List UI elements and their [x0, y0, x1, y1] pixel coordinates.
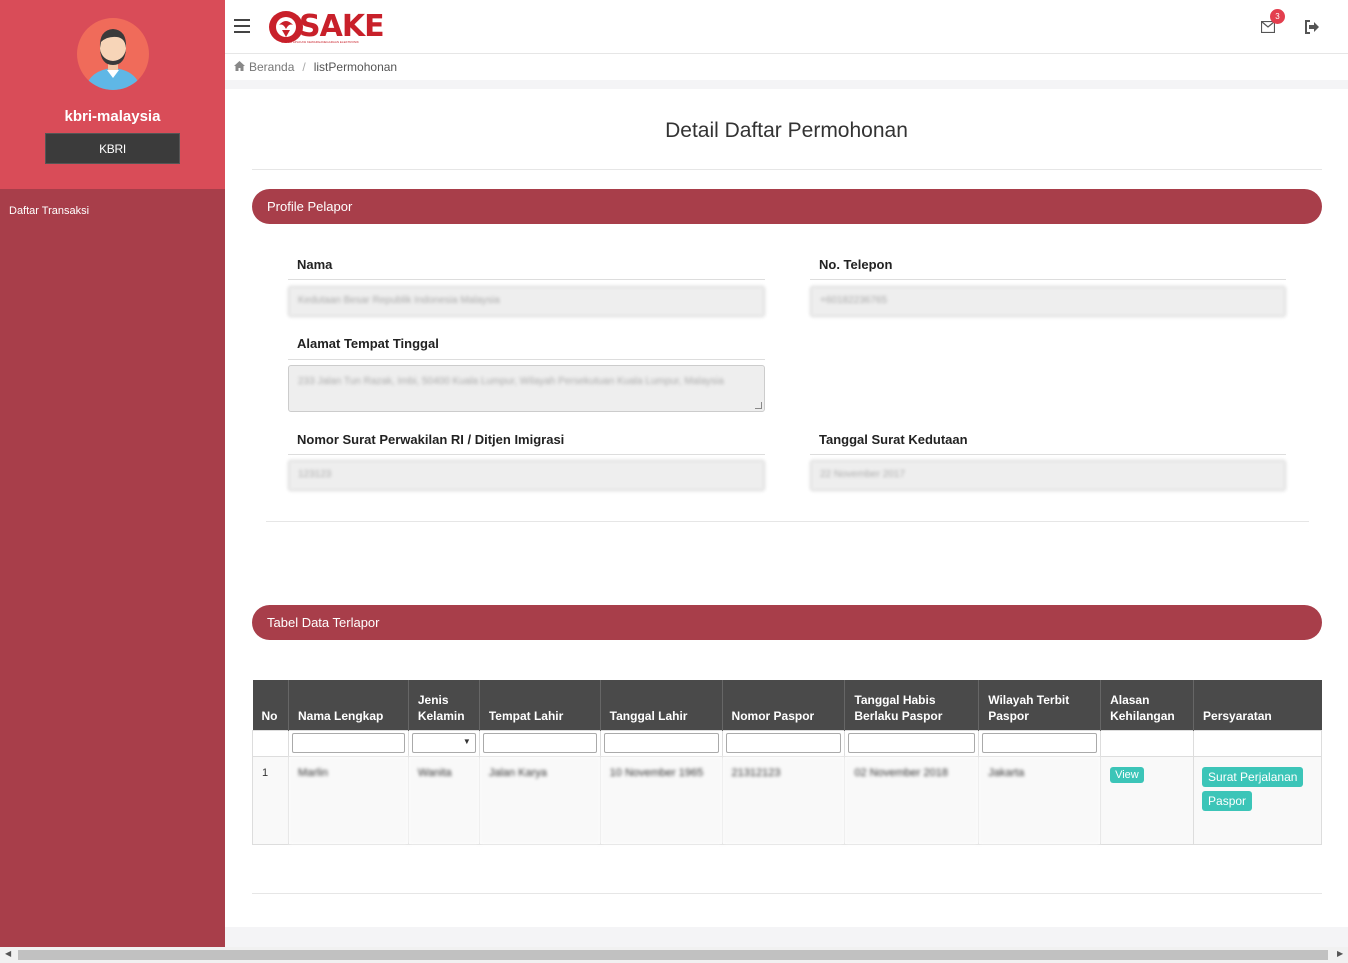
nama-label: Nama [297, 257, 333, 272]
col-nomor-paspor[interactable]: Nomor Paspor [721, 680, 845, 730]
filter-row [252, 729, 1322, 757]
filter-wilayah-input[interactable] [982, 733, 1098, 753]
paspor-button[interactable]: Paspor [1202, 790, 1253, 811]
field-divider [288, 279, 765, 280]
filter-cell [721, 729, 846, 757]
logo-subtitle: SISTEM APLIKASI KEWARGANEGARAAN ELEKTRON… [281, 40, 359, 44]
cell-no: 1 [252, 755, 289, 845]
notification-badge: 3 [1270, 9, 1285, 24]
home-icon[interactable] [234, 60, 245, 74]
col-alasan-kehilangan[interactable]: Alasan Kehilangan [1100, 680, 1194, 730]
table-row: 1 Marlin Wanita Jalan Karya 10 November … [252, 755, 1322, 845]
sidebar-item-daftar-transaksi[interactable]: Daftar Transaksi [9, 205, 216, 217]
alamat-textarea[interactable]: 233 Jalan Tun Razak, Imbi, 50400 Kuala L… [288, 365, 765, 412]
telepon-label: No. Telepon [819, 257, 893, 272]
filter-cell [599, 729, 723, 757]
resize-handle[interactable] [755, 402, 762, 409]
filter-jenis-kelamin-select[interactable] [411, 733, 476, 753]
view-button[interactable]: View [1110, 766, 1144, 783]
field-divider [810, 454, 1286, 455]
breadcrumb: Beranda / listPermohonan [225, 54, 1348, 80]
alamat-text: 233 Jalan Tun Razak, Imbi, 50400 Kuala L… [298, 376, 724, 387]
garuda-logo-icon [269, 11, 303, 43]
scroll-right-icon[interactable]: ▶ [1337, 949, 1343, 958]
filter-tempat-lahir-input[interactable] [482, 733, 597, 753]
sidebar: kbri-malaysia KBRI Daftar Transaksi [0, 0, 225, 947]
filter-cell [844, 729, 980, 757]
top-header: SAKE SISTEM APLIKASI KEWARGANEGARAAN ELE… [225, 0, 1348, 54]
cell-tanggal-lahir: 10 November 1965 [599, 755, 723, 845]
col-wilayah-terbit[interactable]: Wilayah Terbit Paspor [978, 680, 1101, 730]
filter-nama-input[interactable] [291, 733, 405, 753]
filter-cell [407, 729, 480, 757]
nama-field[interactable]: Kedutaan Besar Republik Indonesia Malays… [288, 286, 765, 317]
nomor-surat-label: Nomor Surat Perwakilan RI / Ditjen Imigr… [297, 432, 565, 447]
bottom-divider [252, 893, 1322, 894]
cell-jenis-kelamin: Wanita [407, 755, 480, 845]
field-divider [288, 359, 765, 360]
breadcrumb-separator: / [302, 60, 306, 74]
tanggal-surat-label: Tanggal Surat Kedutaan [819, 432, 968, 447]
horizontal-scrollbar[interactable]: ◀ ▶ [0, 947, 1348, 963]
app-logo[interactable]: SAKE SISTEM APLIKASI KEWARGANEGARAAN ELE… [269, 9, 385, 44]
col-jenis-kelamin[interactable]: Jenis Kelamin [407, 680, 480, 730]
section-divider [266, 521, 1309, 522]
filter-cell [1100, 729, 1195, 757]
cell-persyaratan: Surat Perjalanan Paspor [1193, 755, 1322, 845]
col-tanggal-lahir[interactable]: Tanggal Lahir [599, 680, 723, 730]
sidebar-menu: Daftar Transaksi [0, 189, 225, 233]
nomor-surat-field[interactable]: 123123 [288, 460, 765, 491]
cell-tempat-lahir: Jalan Karya [478, 755, 601, 845]
sign-out-icon[interactable] [1304, 20, 1320, 34]
field-divider [810, 279, 1286, 280]
surat-perjalanan-button[interactable]: Surat Perjalanan [1202, 766, 1304, 787]
col-persyaratan[interactable]: Persyaratan [1193, 680, 1322, 730]
filter-tanggal-habis-input[interactable] [848, 733, 976, 753]
sidebar-profile: kbri-malaysia KBRI [0, 0, 225, 189]
table-header-row: No Nama Lengkap Jenis Kelamin Tempat Lah… [252, 680, 1322, 730]
col-tempat-lahir[interactable]: Tempat Lahir [478, 680, 601, 730]
cell-tanggal-habis: 02 November 2018 [844, 755, 980, 845]
col-nama-lengkap[interactable]: Nama Lengkap [287, 680, 409, 730]
cell-nomor-paspor: 21312123 [721, 755, 846, 845]
filter-cell [287, 729, 409, 757]
filter-tanggal-lahir-input[interactable] [603, 733, 719, 753]
breadcrumb-home[interactable]: Beranda [249, 60, 294, 74]
terlapor-table: No Nama Lengkap Jenis Kelamin Tempat Lah… [252, 680, 1322, 845]
sidebar-username: kbri-malaysia [64, 108, 161, 125]
field-divider [288, 454, 765, 455]
title-divider [252, 169, 1322, 170]
section-header-profile: Profile Pelapor [252, 189, 1322, 224]
scroll-left-icon[interactable]: ◀ [5, 949, 11, 958]
alamat-label: Alamat Tempat Tinggal [297, 336, 439, 351]
cell-wilayah-terbit: Jakarta [978, 755, 1102, 845]
filter-cell [478, 729, 601, 757]
filter-nomor-paspor-input[interactable] [725, 733, 842, 753]
cell-nama: Marlin [287, 755, 409, 845]
page-title: Detail Daftar Permohonan [665, 119, 908, 142]
cell-alasan: View [1100, 755, 1195, 845]
filter-cell [978, 729, 1102, 757]
filter-cell [1193, 729, 1322, 757]
col-no[interactable]: No [252, 680, 289, 730]
avatar-icon [76, 18, 149, 90]
logo-text: SAKE [299, 9, 385, 44]
scrollbar-thumb[interactable] [18, 950, 1328, 960]
main-panel: Detail Daftar Permohonan Profile Pelapor… [225, 89, 1348, 927]
breadcrumb-current: listPermohonan [313, 60, 398, 74]
role-button[interactable]: KBRI [45, 133, 180, 164]
tanggal-surat-field[interactable]: 22 November 2017 [810, 460, 1286, 491]
section-header-table: Tabel Data Terlapor [252, 605, 1322, 640]
col-tanggal-habis[interactable]: Tanggal Habis Berlaku Paspor [844, 680, 979, 730]
filter-cell [252, 729, 289, 757]
telepon-field[interactable]: +60182236765 [810, 286, 1286, 317]
hamburger-icon[interactable] [234, 19, 250, 33]
